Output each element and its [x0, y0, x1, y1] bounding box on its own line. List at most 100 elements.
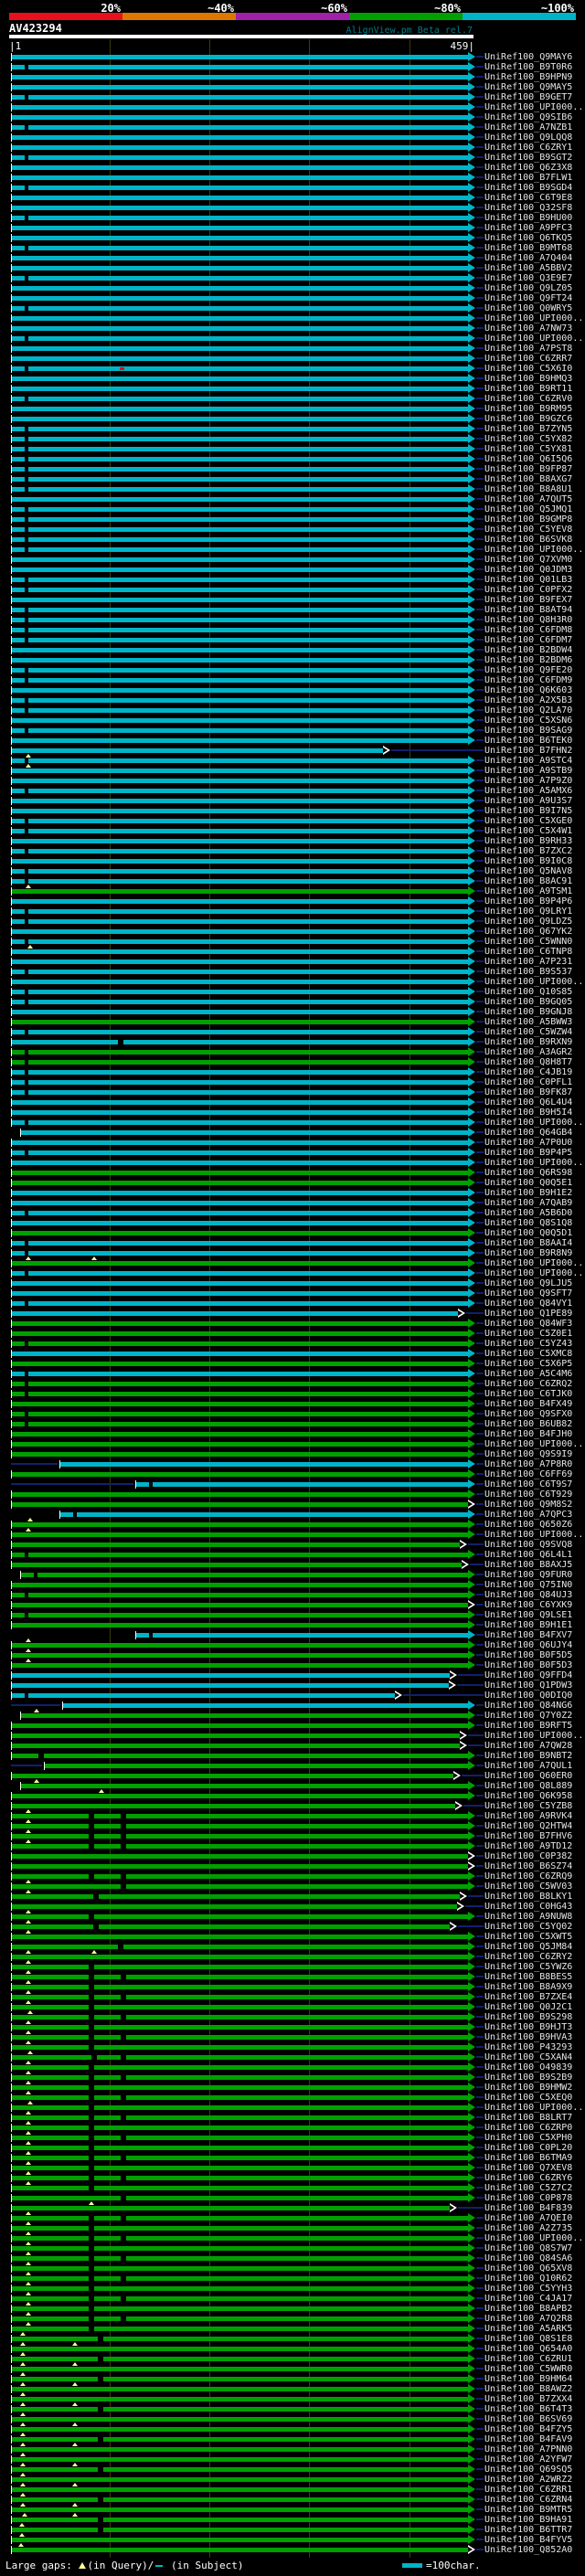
hit-label[interactable]: UniRef100_B9HJT3	[484, 2022, 572, 2032]
hit-label[interactable]: UniRef100_Q75IN0	[484, 1580, 572, 1590]
hit-bar[interactable]	[11, 1010, 468, 1014]
hit-bar[interactable]	[11, 829, 468, 833]
hit-label[interactable]: UniRef100_C5WNN0	[484, 937, 572, 947]
hit-label[interactable]: UniRef100_C6ZRQ2	[484, 1379, 572, 1389]
hit-label[interactable]: UniRef100_C5YWZ6	[484, 1962, 572, 1972]
hit-bar[interactable]	[11, 366, 468, 371]
hit-label[interactable]: UniRef100_C0HG43	[484, 1902, 572, 1912]
hit-bar[interactable]	[11, 2216, 468, 2221]
hit-bar[interactable]	[11, 437, 468, 441]
hit-bar[interactable]	[11, 839, 468, 843]
hit-label[interactable]: UniRef100_Q10S85	[484, 987, 572, 997]
hit-label[interactable]: UniRef100_B9MT68	[484, 243, 572, 253]
hit-label[interactable]: UniRef100_Q01LB3	[484, 575, 572, 585]
hit-label[interactable]: UniRef100_B9FEX7	[484, 595, 572, 605]
hit-bar[interactable]	[11, 1814, 468, 1818]
hit-label[interactable]: UniRef100_B9GNJ8	[484, 1007, 572, 1017]
hit-label[interactable]: UniRef100_C5YZB8	[484, 1801, 572, 1811]
hit-bar[interactable]	[11, 929, 468, 934]
hit-label[interactable]: UniRef100_Q8L889	[484, 1781, 572, 1791]
hit-label[interactable]: UniRef100_C6FDM8	[484, 625, 572, 635]
hit-bar[interactable]	[11, 2397, 468, 2401]
hit-label[interactable]: UniRef100_A7Q2R8	[484, 2314, 572, 2324]
hit-label[interactable]: UniRef100_B4FYV5	[484, 2535, 572, 2545]
hit-label[interactable]: UniRef100_A2X5B3	[484, 695, 572, 705]
hit-bar[interactable]	[11, 1080, 468, 1085]
hit-bar[interactable]	[11, 899, 468, 904]
hit-label[interactable]: UniRef100_Q7XEV8	[484, 2163, 572, 2173]
hit-label[interactable]: UniRef100_B9I7N5	[484, 806, 572, 816]
hit-bar[interactable]	[11, 216, 468, 220]
hit-bar[interactable]	[11, 1663, 468, 1668]
hit-label[interactable]: UniRef100_B8AT94	[484, 605, 572, 615]
hit-label[interactable]: UniRef100_B9FK87	[484, 1087, 572, 1097]
hit-label[interactable]: UniRef100_B8AXJ5	[484, 1560, 572, 1570]
hit-bar[interactable]	[11, 155, 468, 160]
hit-label[interactable]: UniRef100_A7QAB9	[484, 1198, 572, 1208]
hit-bar[interactable]	[11, 547, 468, 552]
hit-label[interactable]: UniRef100_C5YX82	[484, 434, 572, 444]
hit-bar[interactable]	[11, 1683, 450, 1688]
hit-bar[interactable]	[11, 1241, 468, 1246]
hit-label[interactable]: UniRef100_Q9LQQ8	[484, 133, 572, 143]
hit-label[interactable]: UniRef100_B2BDM6	[484, 655, 572, 665]
hit-label[interactable]: UniRef100_A5AMX6	[484, 786, 572, 796]
hit-label[interactable]: UniRef100_Q65XV8	[484, 2263, 572, 2274]
hit-label[interactable]: UniRef100_C0PFX2	[484, 585, 572, 595]
hit-bar[interactable]	[11, 1362, 468, 1366]
hit-bar[interactable]	[11, 2518, 468, 2522]
hit-label[interactable]: UniRef100_C6TNP8	[484, 947, 572, 957]
hit-label[interactable]: UniRef100_A2WRZ2	[484, 2475, 572, 2485]
hit-bar[interactable]	[11, 306, 468, 311]
hit-bar[interactable]	[11, 2025, 468, 2030]
hit-label[interactable]: UniRef100_C5WZW4	[484, 1027, 572, 1037]
hit-label[interactable]: UniRef100_Q9S9I9	[484, 1449, 572, 1459]
hit-bar[interactable]	[11, 206, 468, 210]
hit-label[interactable]: UniRef100_Q8S7W7	[484, 2243, 572, 2253]
hit-label[interactable]: UniRef100_B7ZXC2	[484, 846, 572, 856]
hit-bar[interactable]	[19, 1713, 468, 1718]
hit-label[interactable]: UniRef100_UPI000..	[484, 1258, 583, 1268]
hit-label[interactable]: UniRef100_B6SZ74	[484, 1861, 572, 1871]
hit-bar[interactable]	[11, 1040, 468, 1044]
hit-bar[interactable]	[11, 186, 468, 190]
hit-label[interactable]: UniRef100_A9STB9	[484, 766, 572, 776]
hit-bar[interactable]	[11, 1945, 468, 1949]
hit-label[interactable]: UniRef100_B9HA91	[484, 2515, 572, 2525]
hit-bar[interactable]	[11, 1693, 396, 1698]
hit-bar[interactable]	[11, 1412, 468, 1416]
hit-label[interactable]: UniRef100_C6TJK0	[484, 1389, 572, 1399]
hit-label[interactable]: UniRef100_C5YYH3	[484, 2284, 572, 2294]
hit-label[interactable]: UniRef100_A7PNN0	[484, 2444, 572, 2454]
hit-label[interactable]: UniRef100_B2BDW4	[484, 645, 572, 655]
hit-bar[interactable]	[11, 1432, 468, 1436]
hit-label[interactable]: UniRef100_UPI000..	[484, 1731, 583, 1741]
hit-label[interactable]: UniRef100_C4JA17	[484, 2294, 572, 2304]
hit-label[interactable]: UniRef100_B8A9X9	[484, 1982, 572, 1992]
hit-label[interactable]: UniRef100_C0PFL1	[484, 1077, 572, 1087]
hit-bar[interactable]	[11, 2367, 468, 2371]
hit-bar[interactable]	[11, 2306, 468, 2311]
hit-label[interactable]: UniRef100_B8BES5	[484, 1972, 572, 1982]
hit-bar[interactable]	[11, 1894, 461, 1899]
hit-label[interactable]: UniRef100_A7QUT5	[484, 494, 572, 504]
hit-label[interactable]: UniRef100_C5YX81	[484, 444, 572, 454]
hit-bar[interactable]	[11, 2085, 468, 2090]
hit-bar[interactable]	[11, 1251, 468, 1256]
hit-bar[interactable]	[11, 718, 468, 723]
hit-bar[interactable]	[11, 748, 384, 753]
hit-bar[interactable]	[11, 708, 468, 713]
hit-label[interactable]: UniRef100_A7NW73	[484, 323, 572, 334]
hit-bar[interactable]	[11, 2528, 468, 2532]
hit-bar[interactable]	[11, 2538, 468, 2542]
hit-label[interactable]: UniRef100_B6UB82	[484, 1419, 572, 1429]
hit-label[interactable]: UniRef100_B6T4T3	[484, 2404, 572, 2414]
hit-label[interactable]: UniRef100_C6T9E8	[484, 193, 572, 203]
hit-bar[interactable]	[11, 1402, 468, 1406]
hit-bar[interactable]	[11, 2095, 468, 2100]
hit-label[interactable]: UniRef100_C5YQ02	[484, 1922, 572, 1932]
hit-label[interactable]: UniRef100_Q9SIB6	[484, 112, 572, 122]
hit-label[interactable]: UniRef100_Q9FE20	[484, 665, 572, 675]
hit-bar[interactable]	[11, 537, 468, 542]
hit-label[interactable]: UniRef100_B7FLW1	[484, 173, 572, 183]
